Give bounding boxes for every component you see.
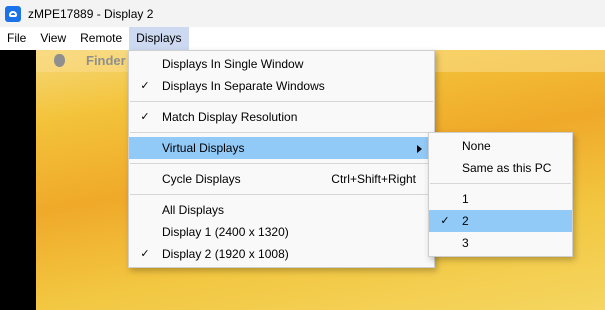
menu-item-single-window[interactable]: Displays In Single Window — [129, 53, 434, 75]
menu-item-display-2[interactable]: ✓ Display 2 (1920 x 1008) — [129, 243, 434, 265]
menu-item-2[interactable]: ✓ 2 — [429, 210, 572, 232]
menu-item-cycle-displays[interactable]: Cycle Displays Ctrl+Shift+Right — [129, 168, 434, 190]
menu-item-match-resolution[interactable]: ✓ Match Display Resolution — [129, 106, 434, 128]
menu-displays[interactable]: Displays — [129, 27, 189, 50]
menu-item-label: Display 2 (1920 x 1008) — [162, 247, 289, 261]
menu-item-label: 2 — [462, 214, 469, 228]
menu-item-3[interactable]: 3 — [429, 232, 572, 254]
menu-file[interactable]: File — [0, 27, 33, 50]
menu-item-label: Virtual Displays — [162, 141, 245, 155]
menu-item-virtual-displays[interactable]: Virtual Displays — [129, 137, 434, 159]
menu-item-label: Displays In Separate Windows — [162, 79, 325, 93]
menu-item-none[interactable]: None — [429, 135, 572, 157]
menu-separator — [130, 132, 433, 133]
finder-menu-label[interactable]: Finder — [86, 53, 126, 68]
check-icon: ✓ — [440, 215, 450, 227]
menu-item-label: 1 — [462, 192, 469, 206]
menu-separator — [130, 101, 433, 102]
menu-view[interactable]: View — [33, 27, 73, 50]
title-bar: zMPE17889 - Display 2 — [0, 0, 605, 27]
menu-item-label: Display 1 (2400 x 1320) — [162, 225, 289, 239]
menu-item-same-as-pc[interactable]: Same as this PC — [429, 157, 572, 179]
menu-item-label: 3 — [462, 236, 469, 250]
menu-item-label: Cycle Displays — [162, 172, 241, 186]
menu-remote[interactable]: Remote — [73, 27, 129, 50]
menu-item-separate-windows[interactable]: ✓ Displays In Separate Windows — [129, 75, 434, 97]
menu-item-shortcut: Ctrl+Shift+Right — [331, 172, 416, 186]
app-icon — [5, 5, 21, 22]
menu-item-1[interactable]: 1 — [429, 188, 572, 210]
menu-separator — [130, 194, 433, 195]
menu-separator — [430, 183, 571, 184]
menu-item-label: Same as this PC — [462, 161, 552, 175]
window-title: zMPE17889 - Display 2 — [28, 6, 154, 21]
display-border — [0, 50, 36, 310]
apple-logo-icon[interactable] — [54, 54, 65, 67]
menu-item-label: None — [462, 139, 491, 153]
menu-item-all-displays[interactable]: All Displays — [129, 199, 434, 221]
virtual-displays-submenu: None Same as this PC 1 ✓ 2 3 — [428, 132, 573, 257]
menu-item-label: All Displays — [162, 203, 225, 217]
menu-item-label: Match Display Resolution — [162, 110, 298, 124]
check-icon: ✓ — [140, 248, 150, 260]
menu-item-display-1[interactable]: Display 1 (2400 x 1320) — [129, 221, 434, 243]
check-icon: ✓ — [140, 80, 150, 92]
submenu-arrow-icon — [417, 145, 422, 153]
displays-dropdown-menu: Displays In Single Window ✓ Displays In … — [128, 50, 435, 268]
menu-separator — [130, 163, 433, 164]
menu-bar: File View Remote Displays — [0, 27, 605, 50]
check-icon: ✓ — [140, 111, 150, 123]
menu-item-label: Displays In Single Window — [162, 57, 304, 71]
